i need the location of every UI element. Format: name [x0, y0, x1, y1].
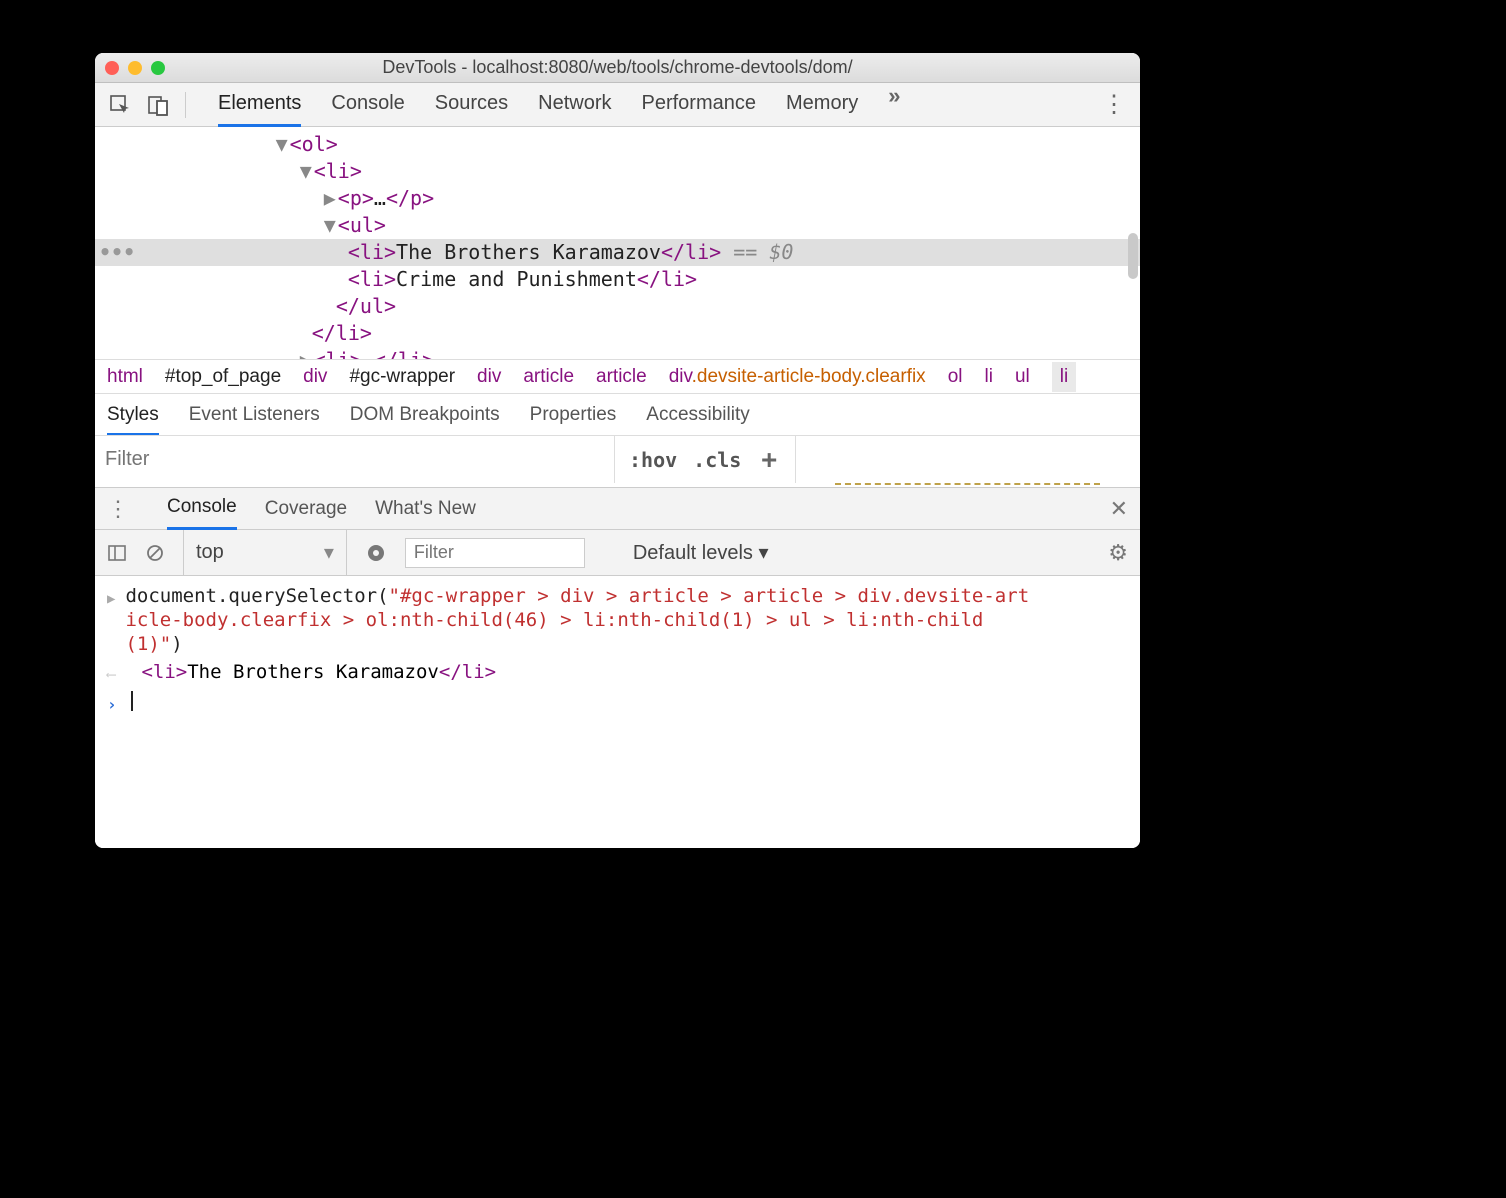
- device-toolbar-icon[interactable]: [147, 94, 169, 116]
- breadcrumb-item[interactable]: li: [1052, 362, 1076, 392]
- breadcrumb-item[interactable]: #top_of_page: [165, 366, 281, 388]
- subtab-accessibility[interactable]: Accessibility: [646, 404, 749, 426]
- new-style-rule-icon[interactable]: +: [757, 445, 781, 475]
- elements-side-tabs: Styles Event Listeners DOM Breakpoints P…: [95, 393, 1140, 435]
- console-context-select[interactable]: top ▾: [183, 530, 347, 575]
- console-input-row: ▶ document.querySelector("#gc-wrapper > …: [107, 582, 1128, 658]
- text-cursor: [131, 691, 133, 711]
- separator: [185, 92, 186, 118]
- dom-node[interactable]: ••• <li>The Brothers Karamazov</li> == $…: [95, 239, 1140, 266]
- chevron-down-icon: ▾: [324, 540, 334, 565]
- console-context-value: top: [196, 541, 224, 564]
- breadcrumb-item[interactable]: article: [596, 366, 647, 388]
- console-sidebar-toggle-icon[interactable]: [107, 543, 127, 563]
- dom-node[interactable]: </li>: [95, 320, 1140, 347]
- dom-node[interactable]: ▶<p>…</p>: [95, 185, 1140, 212]
- console-output[interactable]: ▶ document.querySelector("#gc-wrapper > …: [95, 576, 1140, 848]
- dom-node[interactable]: ▼<li>: [95, 158, 1140, 185]
- tab-memory[interactable]: Memory: [786, 83, 858, 127]
- tab-sources[interactable]: Sources: [435, 83, 508, 127]
- console-settings-icon[interactable]: ⚙: [1108, 540, 1128, 566]
- clear-console-icon[interactable]: [145, 543, 165, 563]
- result-open-tag: <li>: [141, 661, 187, 683]
- console-prompt-row[interactable]: ›: [107, 689, 1128, 719]
- breadcrumb-item[interactable]: div: [477, 366, 501, 388]
- styles-filter-input[interactable]: [95, 436, 615, 483]
- console-filter-input[interactable]: [405, 538, 585, 568]
- drawer: ⋮ Console Coverage What's New ✕ top ▾ De…: [95, 487, 1140, 848]
- input-caret-icon: ▶: [107, 584, 115, 611]
- tabs-overflow-icon[interactable]: »: [888, 83, 900, 127]
- dom-node[interactable]: ▼<ul>: [95, 212, 1140, 239]
- tab-performance[interactable]: Performance: [642, 83, 757, 127]
- breadcrumb-item[interactable]: li: [984, 366, 992, 388]
- drawer-tab-coverage[interactable]: Coverage: [265, 498, 347, 520]
- dom-node[interactable]: ▶<li>…</li>: [95, 347, 1140, 359]
- dom-node[interactable]: <li>Crime and Punishment</li>: [95, 266, 1140, 293]
- console-code: document.querySelector(: [125, 585, 388, 607]
- scrollbar-thumb[interactable]: [1128, 233, 1138, 279]
- drawer-menu-icon[interactable]: ⋮: [107, 496, 129, 522]
- devtools-window: DevTools - localhost:8080/web/tools/chro…: [95, 53, 1140, 848]
- subtab-properties[interactable]: Properties: [530, 404, 617, 426]
- tab-console[interactable]: Console: [331, 83, 404, 127]
- breadcrumb-item[interactable]: div.devsite-article-body.clearfix: [669, 366, 926, 388]
- console-levels-select[interactable]: Default levels ▾: [633, 540, 769, 565]
- breadcrumb-item[interactable]: ol: [948, 366, 963, 388]
- live-expression-icon[interactable]: [365, 542, 387, 564]
- inspect-element-icon[interactable]: [109, 94, 131, 116]
- window-title: DevTools - localhost:8080/web/tools/chro…: [95, 57, 1140, 78]
- cls-toggle[interactable]: .cls: [693, 448, 741, 472]
- main-tabs: Elements Console Sources Network Perform…: [218, 83, 1086, 127]
- styles-toolbar: :hov .cls +: [95, 435, 1140, 483]
- dom-node[interactable]: </ul>: [95, 293, 1140, 320]
- tab-elements[interactable]: Elements: [218, 83, 301, 127]
- result-close-tag: </li>: [439, 661, 496, 683]
- drawer-tabs: ⋮ Console Coverage What's New ✕: [95, 488, 1140, 530]
- tab-network[interactable]: Network: [538, 83, 611, 127]
- console-code-end: ): [171, 633, 182, 655]
- subtab-styles[interactable]: Styles: [107, 394, 159, 436]
- main-toolbar: Elements Console Sources Network Perform…: [95, 83, 1140, 127]
- result-text: The Brothers Karamazov: [187, 661, 439, 683]
- dom-tree[interactable]: ▼<ol> ▼<li> ▶<p>…</p> ▼<ul>••• <li>The B…: [95, 127, 1140, 359]
- titlebar: DevTools - localhost:8080/web/tools/chro…: [95, 53, 1140, 83]
- output-caret-icon: ⟵: [107, 660, 115, 687]
- drawer-tab-whatsnew[interactable]: What's New: [375, 498, 476, 520]
- breadcrumb-item[interactable]: ul: [1015, 366, 1030, 388]
- subtab-event-listeners[interactable]: Event Listeners: [189, 404, 320, 426]
- subtab-dom-breakpoints[interactable]: DOM Breakpoints: [350, 404, 500, 426]
- hov-toggle[interactable]: :hov: [629, 448, 677, 472]
- console-result-row: ⟵ <li>The Brothers Karamazov</li>: [107, 658, 1128, 689]
- settings-menu-icon[interactable]: ⋮: [1102, 93, 1126, 117]
- drawer-tab-console[interactable]: Console: [167, 487, 237, 530]
- breadcrumb-item[interactable]: article: [523, 366, 574, 388]
- drawer-close-icon[interactable]: ✕: [1110, 496, 1128, 522]
- styles-toggles: :hov .cls +: [615, 436, 796, 483]
- breadcrumb-item[interactable]: div: [303, 366, 327, 388]
- breadcrumb-item[interactable]: #gc-wrapper: [349, 366, 455, 388]
- dom-node[interactable]: ▼<ol>: [95, 131, 1140, 158]
- breadcrumb-item[interactable]: html: [107, 366, 143, 388]
- dom-breadcrumb: html #top_of_page div #gc-wrapper div article…: [95, 359, 1140, 393]
- console-toolbar: top ▾ Default levels ▾ ⚙: [95, 530, 1140, 576]
- prompt-caret-icon: ›: [107, 691, 117, 717]
